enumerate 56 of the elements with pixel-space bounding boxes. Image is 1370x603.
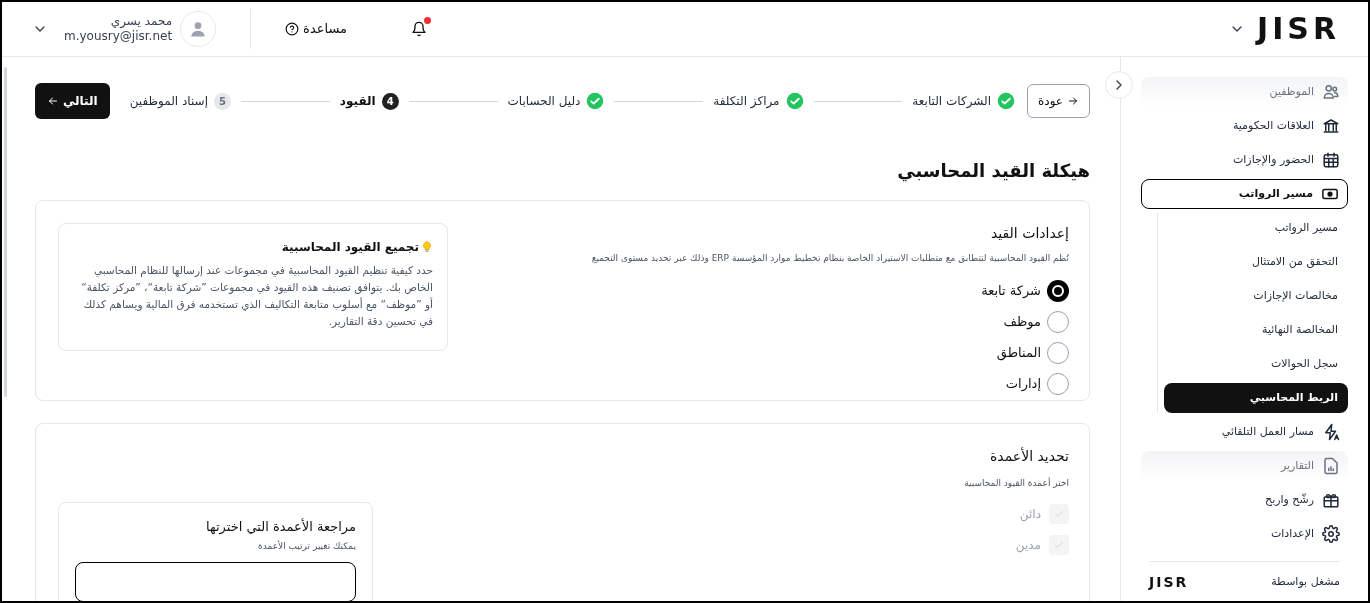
sidebar-subitem[interactable]: الربط المحاسبي xyxy=(1164,383,1348,413)
user-email: m.yousry@jisr.net xyxy=(64,29,173,44)
sidebar-item[interactable]: مسار العمل التلقائي xyxy=(1141,417,1348,447)
radio-button[interactable] xyxy=(1047,280,1069,302)
arrow-right-icon xyxy=(1067,95,1079,107)
checkbox-label: مدين xyxy=(1015,536,1041,554)
bank-icon xyxy=(1322,117,1340,135)
tip-title: تجميع القيود المحاسبية xyxy=(281,239,419,256)
help-icon xyxy=(285,22,300,36)
settings-icon xyxy=(1322,525,1340,543)
sidebar-item[interactable]: الحضور والإجازات xyxy=(1141,145,1348,175)
calendar-icon xyxy=(1322,151,1340,169)
step-label: دليل الحسابات xyxy=(507,93,581,110)
step-label: مراكز التكلفة xyxy=(713,93,780,110)
sidebar-item[interactable]: مسير الرواتب xyxy=(1141,179,1348,209)
step-label: إسناد الموظفين xyxy=(129,93,208,110)
user-name: محمد يسري xyxy=(110,14,173,29)
bell-icon xyxy=(411,21,428,37)
radio-label: موظف xyxy=(1003,313,1041,332)
sidebar-item[interactable]: الإعدادات xyxy=(1141,519,1348,549)
step-label: القيود xyxy=(339,93,376,110)
section-title: تحديد الأعمدة xyxy=(989,446,1069,466)
sidebar-subitem[interactable]: المخالصة النهائية xyxy=(1164,315,1348,345)
section-subtitle: اختر أعمدة القيود المحاسبية xyxy=(964,476,1069,490)
sidebar-subitem[interactable]: مخالصات الإجازات xyxy=(1164,281,1348,311)
step-label: الشركات التابعة xyxy=(912,93,991,110)
step-number: 4 xyxy=(381,92,399,110)
back-button[interactable]: عودة xyxy=(1027,84,1090,118)
powered-by-label: مشغل بواسطة xyxy=(1271,574,1340,591)
section-description: نُظم القيود المحاسبية لتتطابق مع متطلبات الاستيراد الخاصة بنظام تخطيط موارد المؤسسة ERP وذلك عبر تحديد مستوى التجميع xyxy=(590,252,1069,265)
lightning-icon xyxy=(1322,423,1340,441)
report-icon xyxy=(1322,457,1340,475)
sidebar-subitem[interactable]: التحقق من الامتثال xyxy=(1164,247,1348,277)
page-title: هيكلة القيد المحاسبي xyxy=(896,159,1090,184)
collapse-button[interactable] xyxy=(1105,71,1133,99)
step-number: 5 xyxy=(213,92,231,110)
tip-text: حدد كيفية تنظيم القيود المحاسبية في مجموعات عند إرسالها للنظام المحاسبي الخاص بك. يتوافق تصنيف هذه القيود في مجموعات ”شركة تابعة“، ”مركز تكلفة“ أو ”موظف“ مع أسلوب متابعة التكاليف الذي تستخدمه فرق المالية ويساهم كذلك في تحسين دقة التقارير. xyxy=(80,263,433,330)
sidebar-item[interactable]: رشّح واربح xyxy=(1141,485,1348,515)
gift-icon xyxy=(1322,491,1340,509)
review-title: مراجعة الأعمدة التي اخترتها xyxy=(205,517,356,536)
sidebar-subitem[interactable]: مسير الرواتب xyxy=(1164,213,1348,243)
next-button[interactable]: التالي xyxy=(34,83,110,119)
radio-label: شركة تابعة xyxy=(981,282,1041,301)
help-button[interactable]: مساعدة xyxy=(285,19,348,39)
radio-label: المناطق xyxy=(996,344,1041,363)
radio-label: إدارات xyxy=(1005,375,1041,394)
logo: JISR xyxy=(1149,573,1189,592)
section-title: إعدادات القيد xyxy=(989,224,1069,243)
users-icon xyxy=(1322,83,1340,101)
review-subtitle: يمكنك تغيير ترتيب الأعمدة xyxy=(257,540,356,553)
sidebar-subitem[interactable]: سجل الحوالات xyxy=(1164,349,1348,379)
arrow-left-icon xyxy=(46,95,59,107)
lightbulb-icon xyxy=(421,241,433,253)
checkbox-label: دائن xyxy=(1019,505,1041,523)
logo: JISR xyxy=(1256,14,1340,44)
sidebar-item[interactable]: العلاقات الحكومية xyxy=(1141,111,1348,141)
